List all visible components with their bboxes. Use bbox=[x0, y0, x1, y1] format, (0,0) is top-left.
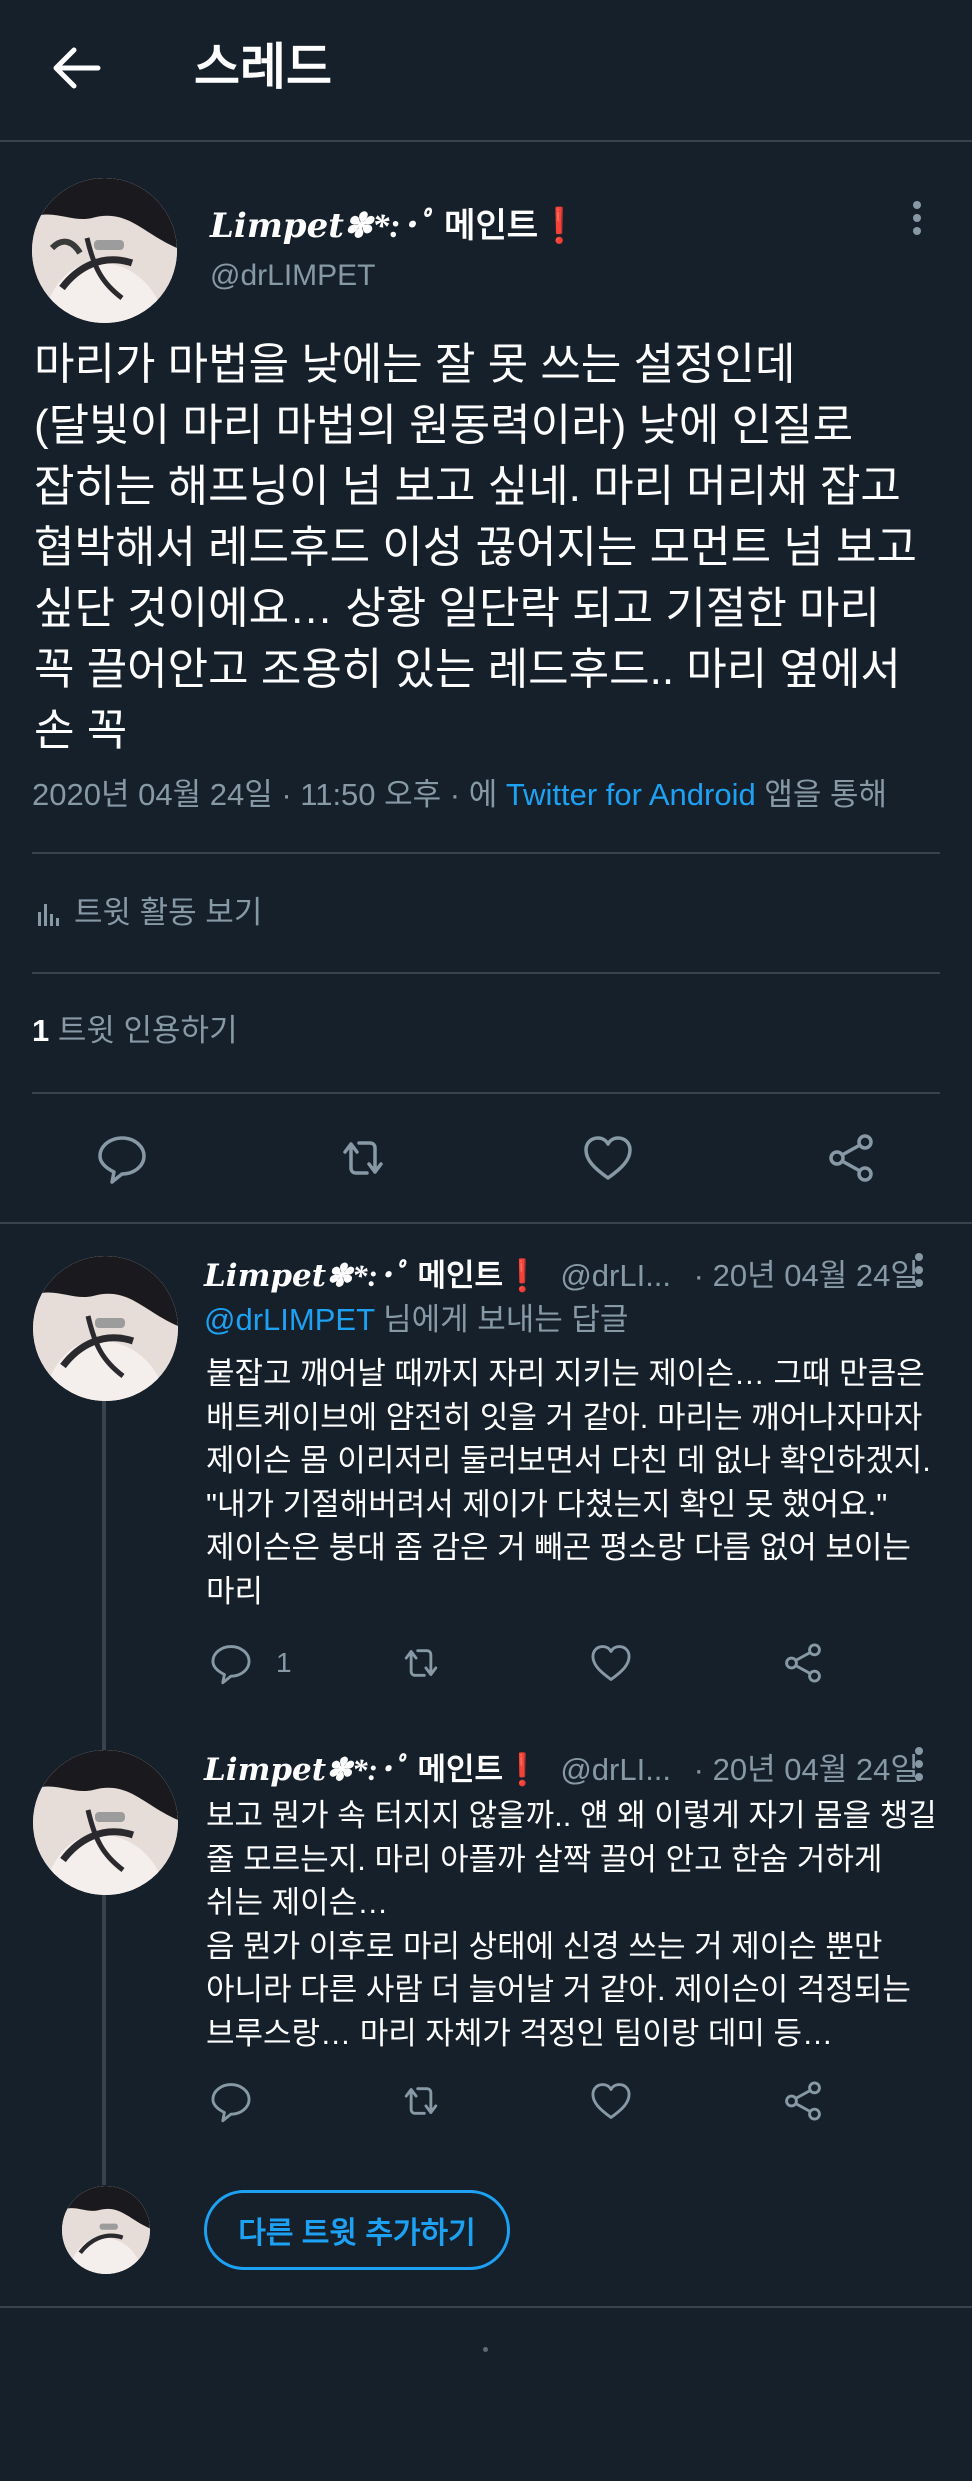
reply-header: 𝑳𝒊𝒎𝒑𝒆𝒕✽*:･ﾟ 메인트❗ @drLI... · 20년 04월 24일 bbox=[204, 1254, 919, 1298]
tweet-line: 잡히는 해프닝이 넘 보고 싶네. 마리 머리채 잡고 bbox=[34, 462, 901, 511]
reply-line: "내가 기절해버려서 제이가 다쳤는지 확인 못 했어요." bbox=[206, 1486, 888, 1522]
tweet-timestamp: 2020년 04월 24일 · 11:50 오후 · 에 Twitter for… bbox=[32, 774, 887, 816]
more-options-icon[interactable] bbox=[904, 1248, 934, 1292]
reply-icon[interactable] bbox=[208, 1640, 254, 1686]
reply-to-handle[interactable]: @drLIMPET bbox=[204, 1302, 374, 1337]
back-arrow-icon[interactable] bbox=[46, 38, 106, 98]
retweet-icon[interactable] bbox=[398, 1640, 444, 1686]
reply-line: 쉬는 제이슨… bbox=[206, 1885, 389, 1920]
reply-header: 𝑳𝒊𝒎𝒑𝒆𝒕✽*:･ﾟ 메인트❗ @drLI... · 20년 04월 24일 bbox=[204, 1748, 919, 1792]
more-options-icon[interactable] bbox=[902, 196, 932, 240]
tweet-activity-row[interactable]: 트윗 활동 보기 bbox=[32, 890, 262, 936]
divider bbox=[32, 1092, 940, 1094]
reply-line: 마리 bbox=[206, 1573, 264, 1609]
author-handle[interactable]: @drLIMPET bbox=[210, 256, 375, 296]
avatar[interactable] bbox=[33, 1750, 178, 1895]
section-divider bbox=[0, 1222, 972, 1224]
activity-label: 트윗 활동 보기 bbox=[74, 895, 263, 930]
reply-text: 붙잡고 깨어날 때까지 자리 지키는 제이슨… 그때 만큼은 배트케이브에 얌전… bbox=[206, 1352, 972, 1613]
share-icon[interactable] bbox=[780, 1640, 826, 1686]
avatar bbox=[62, 2186, 150, 2274]
tweet-text: 마리가 마법을 낮에는 잘 못 쓰는 설정인데 (달빛이 마리 마법의 원동력이… bbox=[34, 334, 954, 761]
reply-line: 제이슨 몸 이리저리 둘러보면서 다친 데 없나 확인하겠지. bbox=[206, 1443, 931, 1478]
page-title: 스레드 bbox=[194, 39, 332, 95]
retweet-icon[interactable] bbox=[398, 2078, 444, 2124]
retweet-icon[interactable] bbox=[335, 1130, 391, 1186]
reply-author-name[interactable]: 𝑳𝒊𝒎𝒑𝒆𝒕✽*:･ﾟ 메인트❗ bbox=[204, 1258, 542, 1293]
app-header: 스레드 bbox=[0, 0, 972, 142]
more-options-icon[interactable] bbox=[904, 1742, 934, 1786]
reply-line: 아니라 다른 사람 더 늘어날 거 같아. 제이슨이 걱정되는 bbox=[206, 1972, 911, 2007]
loading-dot bbox=[483, 2347, 488, 2352]
tweet-line: 마리가 마법을 낮에는 잘 못 쓰는 설정인데 bbox=[34, 340, 796, 389]
exclamation-icon: ❗ bbox=[503, 1258, 542, 1293]
avatar[interactable] bbox=[32, 178, 177, 323]
reply-line: 붙잡고 깨어날 때까지 자리 지키는 제이슨… 그때 만큼은 bbox=[206, 1356, 925, 1391]
reply-line: 브루스랑… 마리 자체가 걱정인 팀이랑 데미 등… bbox=[206, 2015, 834, 2051]
thread-connector bbox=[102, 1400, 106, 1752]
exclamation-icon: ❗ bbox=[538, 207, 581, 245]
reply-text: 보고 뭔가 속 터지지 않을까.. 얜 왜 이렇게 자기 몸을 챙길 줄 모르는… bbox=[206, 1794, 972, 2055]
author-name[interactable]: 𝑳𝒊𝒎𝒑𝒆𝒕✽*:･ﾟ 메인트❗ bbox=[210, 204, 580, 249]
quote-label: 트윗 인용하기 bbox=[49, 1013, 238, 1048]
reply-handle[interactable]: @drLI... bbox=[560, 1752, 671, 1787]
reply-line: 보고 뭔가 속 터지지 않을까.. 얜 왜 이렇게 자기 몸을 챙길 bbox=[206, 1798, 937, 1833]
tweet-date: 2020년 04월 24일 · 11:50 오후 · 에 bbox=[32, 777, 506, 812]
add-another-tweet-button[interactable]: 다른 트윗 추가하기 bbox=[204, 2190, 510, 2270]
reply-to-line: @drLIMPET 님에게 보내는 답글 bbox=[204, 1300, 628, 1340]
tweet-line: (달빛이 마리 마법의 원동력이라) 낮에 인질로 bbox=[34, 401, 854, 450]
analytics-icon bbox=[32, 896, 66, 930]
tweet-line: 손 꼭 bbox=[34, 706, 128, 755]
like-icon[interactable] bbox=[588, 1640, 634, 1686]
reply-date: · 20년 04월 24일 bbox=[693, 1258, 919, 1293]
like-icon[interactable] bbox=[588, 2078, 634, 2124]
share-icon[interactable] bbox=[780, 2078, 826, 2124]
author-name-text: 메인트 bbox=[417, 1752, 504, 1787]
section-divider bbox=[0, 2306, 972, 2308]
author-name-decoration: 𝑳𝒊𝒎𝒑𝒆𝒕✽*:･ﾟ bbox=[204, 1752, 409, 1787]
tweet-line: 꼭 끌어안고 조용히 있는 레드후드.. 마리 옆에서 bbox=[34, 645, 901, 694]
reply-to-label: 님에게 보내는 답글 bbox=[374, 1302, 629, 1337]
reply-line: 음 뭔가 이후로 마리 상태에 신경 쓰는 거 제이슨 뿐만 bbox=[206, 1928, 883, 1964]
tweet-line: 협박해서 레드후드 이성 끊어지는 모먼트 넘 보고 bbox=[34, 523, 917, 572]
quote-tweets-row[interactable]: 1 트윗 인용하기 bbox=[32, 1010, 238, 1052]
reply-author-name[interactable]: 𝑳𝒊𝒎𝒑𝒆𝒕✽*:･ﾟ 메인트❗ bbox=[204, 1752, 542, 1787]
author-name-decoration: 𝑳𝒊𝒎𝒑𝒆𝒕✽*:･ﾟ bbox=[204, 1258, 409, 1293]
reply-icon[interactable] bbox=[94, 1130, 150, 1186]
reply-line: 배트케이브에 얌전히 잇을 거 같아. 마리는 깨어나자마자 bbox=[206, 1399, 923, 1435]
reply-date: · 20년 04월 24일 bbox=[693, 1752, 919, 1787]
exclamation-icon: ❗ bbox=[503, 1752, 542, 1787]
divider bbox=[32, 852, 940, 854]
reply-line: 제이슨은 붕대 좀 감은 거 빼곤 평소랑 다름 없어 보이는 bbox=[206, 1530, 911, 1565]
thread-connector bbox=[102, 1895, 106, 2185]
reply-line: 줄 모르는지. 마리 아플까 살짝 끌어 안고 한숨 거하게 bbox=[206, 1841, 883, 1877]
avatar[interactable] bbox=[33, 1256, 178, 1401]
divider bbox=[32, 972, 940, 974]
author-name-text: 메인트 bbox=[444, 207, 539, 245]
reply-handle[interactable]: @drLI... bbox=[560, 1258, 671, 1293]
quote-count: 1 bbox=[32, 1013, 50, 1048]
source-app-link[interactable]: Twitter for Android bbox=[506, 777, 756, 812]
share-icon[interactable] bbox=[823, 1130, 879, 1186]
source-suffix: 앱을 통해 bbox=[755, 777, 888, 812]
reply-icon[interactable] bbox=[208, 2078, 254, 2124]
tweet-line: 싶단 것이에요… 상황 일단락 되고 기절한 마리 bbox=[34, 584, 880, 633]
author-name-decoration: 𝑳𝒊𝒎𝒑𝒆𝒕✽*:･ﾟ bbox=[210, 208, 435, 245]
author-name-text: 메인트 bbox=[417, 1258, 504, 1293]
reply-count: 1 bbox=[276, 1647, 292, 1678]
like-icon[interactable] bbox=[580, 1130, 636, 1186]
